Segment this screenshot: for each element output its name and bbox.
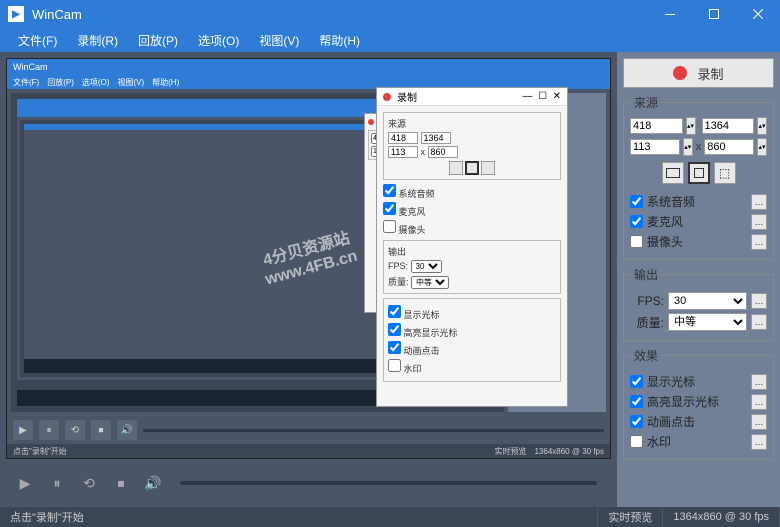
show-cursor-label: 显示光标: [647, 373, 695, 390]
quality-label: 质量:: [630, 314, 664, 331]
highlight-cursor-checkbox[interactable]: [630, 395, 643, 408]
status-preview: 实时预览: [598, 507, 663, 527]
show-cursor-checkbox[interactable]: [630, 375, 643, 388]
menu-help[interactable]: 帮助(H): [309, 30, 370, 51]
playback-slider[interactable]: [180, 481, 597, 485]
show-cursor-config-button[interactable]: …: [751, 374, 767, 390]
source-y-stepper[interactable]: ▴▾: [683, 138, 693, 156]
loop-button[interactable]: ⟲: [76, 470, 102, 496]
nested-statusbar: 点击"录制"开始 实时预览 1364x860 @ 30 fps: [7, 444, 610, 458]
pause-button[interactable]: ⏸: [44, 470, 70, 496]
dimension-separator: x: [696, 141, 702, 153]
microphone-checkbox[interactable]: [630, 215, 643, 228]
preview-column: WinCam 文件(F)回放(P)选项(O)视图(V)帮助(H): [0, 52, 617, 507]
record-label: 录制: [697, 64, 723, 83]
effects-panel: 效果 显示光标 … 高亮显示光标 … 动画点击 … 水印 …: [623, 347, 774, 460]
quality-select[interactable]: 中等: [668, 313, 747, 331]
source-w-stepper[interactable]: ▴▾: [757, 117, 767, 135]
sidebar: 录制 来源 ▴▾ ▴▾ ▴▾ x ▴▾ ⬚: [617, 52, 780, 507]
camera-config-button[interactable]: …: [751, 234, 767, 250]
minimize-button[interactable]: [648, 0, 692, 28]
fps-config-button[interactable]: …: [751, 293, 767, 309]
source-x-input[interactable]: [630, 118, 683, 134]
source-h-input[interactable]: [704, 139, 754, 155]
fps-label: FPS:: [630, 294, 664, 308]
camera-checkbox[interactable]: [630, 235, 643, 248]
record-button[interactable]: 录制: [623, 58, 774, 88]
watermark-label: 水印: [647, 433, 671, 450]
status-hint: 点击"录制"开始: [0, 507, 598, 527]
menu-file[interactable]: 文件(F): [8, 30, 67, 51]
camera-label: 摄像头: [647, 233, 683, 250]
mode-window-button[interactable]: [688, 162, 710, 184]
system-audio-config-button[interactable]: …: [751, 194, 767, 210]
nested-preview: WinCam 文件(F)回放(P)选项(O)视图(V)帮助(H): [7, 59, 610, 458]
source-panel: 来源 ▴▾ ▴▾ ▴▾ x ▴▾ ⬚: [623, 94, 774, 260]
system-audio-label: 系统音频: [647, 193, 695, 210]
volume-button[interactable]: 🔊: [140, 470, 166, 496]
quality-config-button[interactable]: …: [751, 314, 767, 330]
menu-options[interactable]: 选项(O): [188, 30, 249, 51]
animate-click-label: 动画点击: [647, 413, 695, 430]
preview-area: WinCam 文件(F)回放(P)选项(O)视图(V)帮助(H): [6, 58, 611, 459]
maximize-button[interactable]: [692, 0, 736, 28]
mode-region-button[interactable]: ⬚: [714, 162, 736, 184]
app-title: WinCam: [32, 7, 648, 22]
mode-fullscreen-button[interactable]: [662, 162, 684, 184]
animate-click-checkbox[interactable]: [630, 415, 643, 428]
watermark-checkbox[interactable]: [630, 435, 643, 448]
animate-click-config-button[interactable]: …: [751, 414, 767, 430]
source-h-stepper[interactable]: ▴▾: [757, 138, 767, 156]
nested-record-dialog: 录制 — ☐ ✕ 来源 x: [376, 87, 568, 407]
menu-view[interactable]: 视图(V): [249, 30, 309, 51]
status-resolution: 1364x860 @ 30 fps: [663, 507, 780, 527]
effects-legend: 效果: [630, 347, 662, 364]
microphone-config-button[interactable]: …: [751, 214, 767, 230]
menu-playback[interactable]: 回放(P): [128, 30, 188, 51]
microphone-label: 麦克风: [647, 213, 683, 230]
playback-controls: ▶ ⏸ ⟲ ⏹ 🔊: [6, 465, 611, 501]
system-audio-checkbox[interactable]: [630, 195, 643, 208]
window-controls: [648, 0, 780, 28]
main: WinCam 文件(F)回放(P)选项(O)视图(V)帮助(H): [0, 52, 780, 507]
source-legend: 来源: [630, 94, 662, 111]
source-x-stepper[interactable]: ▴▾: [686, 117, 696, 135]
highlight-cursor-config-button[interactable]: …: [751, 394, 767, 410]
highlight-cursor-label: 高亮显示光标: [647, 393, 719, 410]
play-button[interactable]: ▶: [12, 470, 38, 496]
output-legend: 输出: [630, 266, 662, 283]
source-y-input[interactable]: [630, 139, 680, 155]
stop-button[interactable]: ⏹: [108, 470, 134, 496]
titlebar: ▶ WinCam: [0, 0, 780, 28]
fps-select[interactable]: 30: [668, 292, 747, 310]
nested-taskbar: ⊞ 🔍 🌐 📁 🛡 Windows 安全中心: [7, 458, 610, 459]
nested-titlebar: WinCam: [7, 59, 610, 75]
record-icon: [673, 66, 687, 80]
watermark-config-button[interactable]: …: [751, 434, 767, 450]
source-w-input[interactable]: [702, 118, 755, 134]
menubar: 文件(F) 录制(R) 回放(P) 选项(O) 视图(V) 帮助(H): [0, 28, 780, 52]
app-icon: ▶: [8, 6, 24, 22]
output-panel: 输出 FPS: 30 … 质量: 中等 …: [623, 266, 774, 341]
nested-playback: ▶⏸⟲⏹🔊: [7, 416, 610, 444]
menu-record[interactable]: 录制(R): [67, 30, 128, 51]
close-button[interactable]: [736, 0, 780, 28]
statusbar: 点击"录制"开始 实时预览 1364x860 @ 30 fps: [0, 507, 780, 527]
